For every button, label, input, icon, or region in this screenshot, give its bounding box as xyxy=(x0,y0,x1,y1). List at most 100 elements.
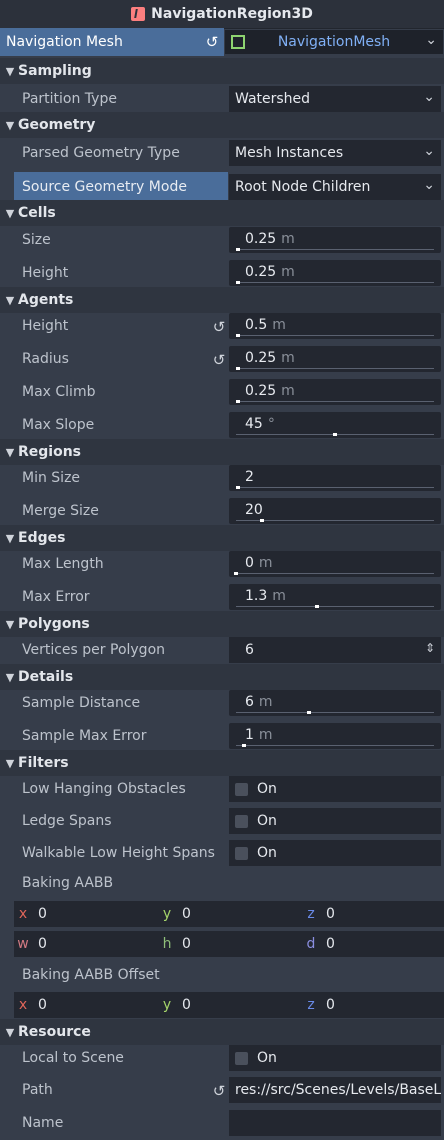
revert-icon[interactable]: ↺ xyxy=(210,1082,228,1100)
agent-height-value: 0.5 xyxy=(245,317,268,333)
vertices-per-polygon-label: Vertices per Polygon xyxy=(22,642,166,658)
spin-updown-icon[interactable]: ⇕ xyxy=(425,641,435,655)
slider-grabber[interactable] xyxy=(236,281,240,284)
revert-icon[interactable]: ↺ xyxy=(203,33,221,51)
section-details[interactable]: ▼ Details xyxy=(0,664,444,690)
section-edges[interactable]: ▼ Edges xyxy=(0,525,444,551)
checkbox-unchecked-icon xyxy=(235,782,248,796)
ledge-spans-checkbox[interactable]: On xyxy=(229,808,441,834)
cell-size-spinbox[interactable]: 0.25 m xyxy=(229,227,441,253)
baking-aabb-offset-x-field[interactable]: x0 xyxy=(16,992,47,1018)
slider-grabber[interactable] xyxy=(236,334,240,337)
unit-label: m xyxy=(272,588,286,604)
region-min-size-label: Min Size xyxy=(22,470,81,486)
low-hanging-obstacles-checkbox[interactable]: On xyxy=(229,776,441,802)
navigation-mesh-label: Navigation Mesh xyxy=(0,28,224,56)
parsed-geometry-type-dropdown[interactable]: Mesh Instances ⌄ xyxy=(229,140,441,166)
baking-aabb-d-value: 0 xyxy=(326,936,335,952)
parsed-geometry-type-value: Mesh Instances xyxy=(235,145,344,161)
edge-max-error-value: 1.3 xyxy=(245,588,268,604)
section-title: Agents xyxy=(18,292,74,308)
checkbox-unchecked-icon xyxy=(235,814,248,828)
section-sampling[interactable]: ▼ Sampling xyxy=(0,58,444,84)
detail-sample-max-error-spinbox[interactable]: 1m xyxy=(229,723,441,749)
path-value: res://src/Scenes/Levels/BaseLe xyxy=(235,1082,441,1098)
edge-max-error-spinbox[interactable]: 1.3 m xyxy=(229,584,441,610)
slider-track xyxy=(236,712,434,713)
detail-sample-max-error-value: 1 xyxy=(245,727,254,743)
unit-label: m xyxy=(281,231,295,247)
baking-aabb-y-field[interactable]: y0 xyxy=(160,901,191,927)
slider-track xyxy=(236,282,434,283)
region-min-size-spinbox[interactable]: 2 xyxy=(229,465,441,491)
slider-track xyxy=(236,573,434,574)
node-title: NavigationRegion3D xyxy=(151,6,313,22)
slider-grabber[interactable] xyxy=(259,519,264,522)
baking-aabb-offset-label: Baking AABB Offset xyxy=(22,967,160,983)
walkable-low-height-spans-label: Walkable Low Height Spans xyxy=(22,845,215,861)
detail-sample-distance-label: Sample Distance xyxy=(22,695,141,711)
slider-grabber[interactable] xyxy=(236,367,240,370)
section-resource[interactable]: ▼ Resource xyxy=(0,1019,444,1045)
section-regions[interactable]: ▼ Regions xyxy=(0,439,444,465)
section-agents[interactable]: ▼ Agents xyxy=(0,287,444,313)
slider-grabber[interactable] xyxy=(236,248,240,251)
path-input[interactable]: res://src/Scenes/Levels/BaseLe xyxy=(229,1077,441,1103)
slider-grabber[interactable] xyxy=(241,744,246,747)
cell-size-value: 0.25 xyxy=(245,231,277,247)
agent-max-climb-spinbox[interactable]: 0.25 m xyxy=(229,379,441,405)
revert-icon[interactable]: ↺ xyxy=(210,351,228,369)
baking-aabb-z-field[interactable]: z0 xyxy=(304,901,335,927)
unit-label: m xyxy=(281,383,295,399)
section-polygons[interactable]: ▼ Polygons xyxy=(0,611,444,637)
agent-max-climb-value: 0.25 xyxy=(245,383,277,399)
slider-grabber[interactable] xyxy=(307,711,312,714)
low-hanging-obstacles-label: Low Hanging Obstacles xyxy=(22,781,186,797)
source-geometry-mode-dropdown[interactable]: Root Node Children ⌄ xyxy=(229,174,441,200)
unit-label: m xyxy=(281,350,295,366)
agent-height-label: Height xyxy=(22,318,69,334)
checkbox-label: On xyxy=(257,813,277,829)
detail-sample-distance-spinbox[interactable]: 6m xyxy=(229,690,441,716)
revert-icon[interactable]: ↺ xyxy=(210,318,228,336)
local-to-scene-checkbox[interactable]: On xyxy=(229,1045,441,1071)
cell-size-label: Size xyxy=(22,232,51,248)
axis-x-label: x xyxy=(18,997,28,1013)
baking-aabb-offset-y-field[interactable]: y0 xyxy=(160,992,191,1018)
agent-radius-spinbox[interactable]: 0.25 m xyxy=(229,346,441,372)
region-merge-size-spinbox[interactable]: 20 xyxy=(229,498,441,524)
slider-grabber[interactable] xyxy=(234,572,238,575)
axis-z-label: z xyxy=(307,906,315,922)
section-cells[interactable]: ▼ Cells xyxy=(0,200,444,226)
name-input[interactable] xyxy=(229,1110,441,1136)
baking-aabb-w-field[interactable]: w0 xyxy=(16,931,47,957)
section-filters[interactable]: ▼ Filters xyxy=(0,750,444,776)
edge-max-length-spinbox[interactable]: 0m xyxy=(229,551,441,577)
baking-aabb-offset-z-field[interactable]: z0 xyxy=(304,992,335,1018)
navigation-mesh-resource-picker[interactable]: NavigationMesh ⌄ xyxy=(225,30,443,54)
section-title: Filters xyxy=(18,755,69,771)
agent-max-slope-spinbox[interactable]: 45 ° xyxy=(229,412,441,438)
agent-height-spinbox[interactable]: 0.5 m xyxy=(229,313,441,339)
cell-height-spinbox[interactable]: 0.25 m xyxy=(229,260,441,286)
vertices-per-polygon-spinbox[interactable]: 6 ⇕ xyxy=(229,637,441,663)
vertices-per-polygon-value: 6 xyxy=(245,642,254,658)
parsed-geometry-type-label: Parsed Geometry Type xyxy=(22,145,180,161)
agent-max-climb-label: Max Climb xyxy=(22,384,96,400)
walkable-low-height-spans-checkbox[interactable]: On xyxy=(229,840,441,866)
slider-track xyxy=(236,368,434,369)
agent-max-slope-value: 45 xyxy=(245,416,263,432)
slider-grabber[interactable] xyxy=(235,486,240,489)
baking-aabb-x-field[interactable]: x0 xyxy=(16,901,47,927)
baking-aabb-d-field[interactable]: d0 xyxy=(304,931,335,957)
slider-grabber[interactable] xyxy=(333,433,337,436)
chevron-down-icon[interactable]: ⌄ xyxy=(425,32,437,48)
slider-grabber[interactable] xyxy=(236,400,240,403)
baking-aabb-h-field[interactable]: h0 xyxy=(160,931,191,957)
section-geometry[interactable]: ▼ Geometry xyxy=(0,112,444,138)
slider-track xyxy=(236,249,434,250)
partition-type-dropdown[interactable]: Watershed ⌄ xyxy=(229,86,441,112)
unit-label: m xyxy=(258,727,273,743)
slider-track xyxy=(236,487,434,488)
slider-grabber[interactable] xyxy=(315,605,320,608)
